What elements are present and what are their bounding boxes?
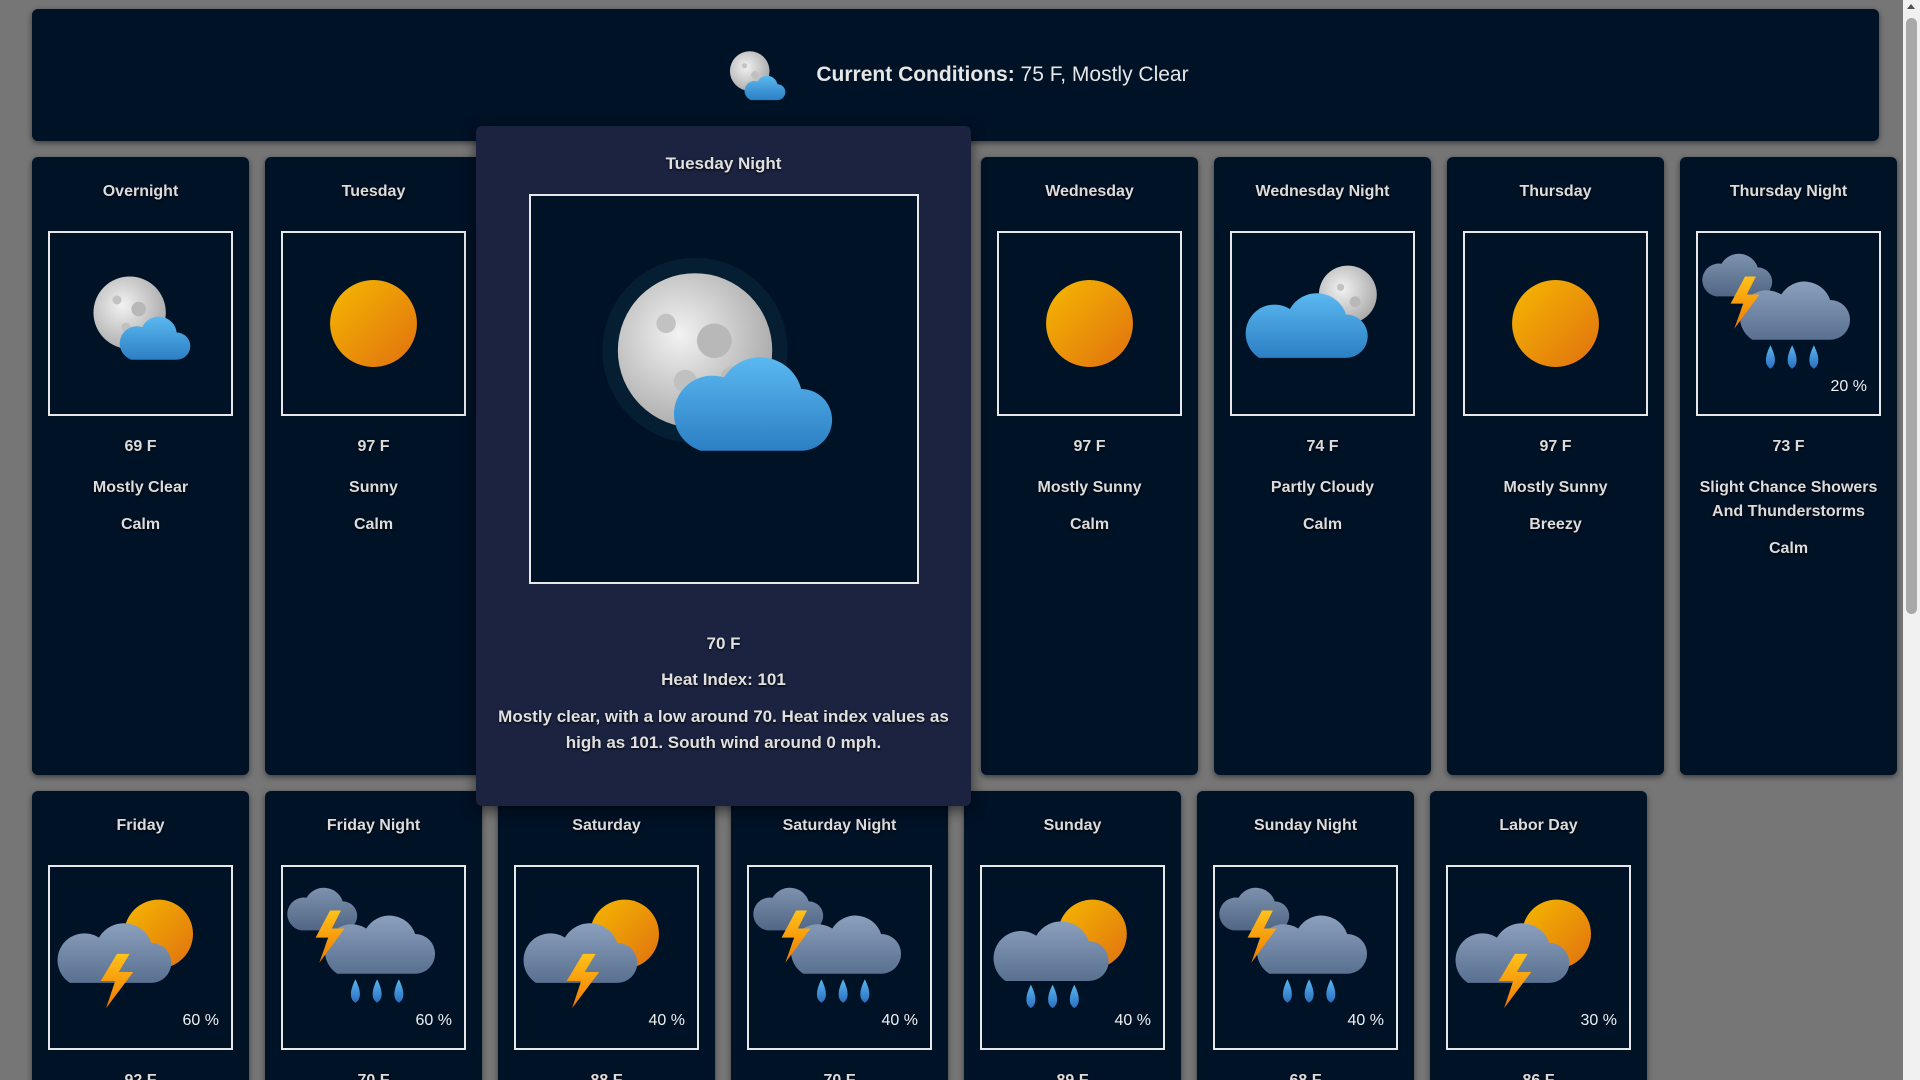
- forecast-card[interactable]: Overnight 69 F Mostly Clear Calm: [32, 157, 249, 775]
- forecast-temperature: 89 F: [964, 1072, 1181, 1080]
- forecast-icon-box: [1463, 231, 1648, 416]
- forecast-icon-box: 30 %: [1446, 865, 1631, 1050]
- forecast-wind: Calm: [1768, 540, 1809, 557]
- forecast-icon-box: 20 %: [1696, 231, 1881, 416]
- forecast-temperature: 88 F: [498, 1072, 715, 1080]
- forecast-temperature: 70 F: [265, 1072, 482, 1080]
- forecast-card[interactable]: Thursday 97 F Mostly Sunny Breezy: [1447, 157, 1664, 775]
- current-conditions-text: Current Conditions: 75 F, Mostly Clear: [816, 63, 1188, 87]
- scroll-thumb[interactable]: [1906, 18, 1917, 614]
- forecast-icon-box: 40 %: [514, 865, 699, 1050]
- forecast-temperature: 97 F: [1539, 438, 1572, 455]
- forecast-condition: Partly Cloudy: [1270, 479, 1375, 496]
- cloud-moon-icon: [1245, 265, 1377, 358]
- forecast-card[interactable]: Wednesday 97 F Mostly Sunny Calm: [981, 157, 1198, 775]
- forecast-period-name: Wednesday: [1045, 183, 1134, 200]
- precip-chance: 30 %: [1574, 1010, 1623, 1032]
- forecast-card[interactable]: Sunday 40 % 89 F: [964, 791, 1181, 1080]
- precip-chance: 60 %: [176, 1010, 225, 1032]
- forecast-temperature: 68 F: [1197, 1072, 1414, 1080]
- forecast-card[interactable]: Friday Night 60 % 70 F: [265, 791, 482, 1080]
- moon-cloud-icon: [601, 257, 832, 451]
- forecast-temperature: 92 F: [32, 1072, 249, 1080]
- forecast-period-name: Thursday Night: [1729, 183, 1848, 200]
- forecast-temperature: 97 F: [357, 438, 390, 455]
- popup-heat-index: Heat Index: 101: [661, 670, 786, 689]
- popup-temperature: 70 F: [706, 634, 741, 653]
- forecast-icon-box: [281, 231, 466, 416]
- forecast-condition: Mostly Sunny: [1503, 479, 1608, 496]
- current-conditions-value: 75 F, Mostly Clear: [1020, 63, 1189, 86]
- forecast-temperature: 73 F: [1772, 438, 1805, 455]
- forecast-card[interactable]: Saturday 40 % 88 F: [498, 791, 715, 1080]
- forecast-period-name: Thursday: [1519, 183, 1592, 200]
- forecast-temperature: 97 F: [1073, 438, 1106, 455]
- forecast-icon-box: 60 %: [281, 865, 466, 1050]
- forecast-icon-box: 60 %: [48, 865, 233, 1050]
- precip-chance: 60 %: [409, 1010, 458, 1032]
- forecast-period-name: Friday: [116, 817, 165, 834]
- forecast-period-name: Sunday: [1043, 817, 1102, 834]
- forecast-card[interactable]: Wednesday Night 74 F Partly Cloudy Calm: [1214, 157, 1431, 775]
- precip-chance: 40 %: [1108, 1010, 1157, 1032]
- forecast-wind: Calm: [1302, 516, 1343, 533]
- moon-cloud-icon: [93, 276, 191, 360]
- popup-description: Mostly clear, with a low around 70. Heat…: [498, 707, 949, 752]
- current-conditions-bar: Current Conditions: 75 F, Mostly Clear: [32, 9, 1879, 141]
- forecast-period-name: Saturday: [572, 817, 641, 834]
- forecast-period-name: Tuesday: [341, 183, 406, 200]
- forecast-temperature: 70 F: [731, 1072, 948, 1080]
- scroll-up-arrow-icon[interactable]: [1907, 4, 1915, 9]
- forecast-card[interactable]: Friday 60 % 92 F: [32, 791, 249, 1080]
- sun-icon: [1046, 280, 1133, 367]
- forecast-icon-box: 40 %: [980, 865, 1165, 1050]
- vertical-scrollbar[interactable]: [1903, 0, 1920, 1080]
- forecast-temperature: 74 F: [1306, 438, 1339, 455]
- forecast-condition: Mostly Sunny: [1037, 479, 1142, 496]
- moon-cloud-icon: [722, 42, 788, 108]
- precip-chance: 40 %: [875, 1010, 924, 1032]
- forecast-card[interactable]: Saturday Night 40 % 70 F: [731, 791, 948, 1080]
- forecast-wind: Breezy: [1529, 516, 1582, 533]
- forecast-period-name: Friday Night: [326, 817, 421, 834]
- forecast-condition: Sunny: [349, 479, 398, 496]
- forecast-card[interactable]: Sunday Night 40 % 68 F: [1197, 791, 1414, 1080]
- forecast-card[interactable]: Labor Day 30 % 86 F: [1430, 791, 1647, 1080]
- forecast-period-name: Wednesday Night: [1255, 183, 1390, 200]
- forecast-temperature: 86 F: [1430, 1072, 1647, 1080]
- forecast-wind: Calm: [353, 516, 394, 533]
- precip-chance: 40 %: [1341, 1010, 1390, 1032]
- precip-chance: 40 %: [642, 1010, 691, 1032]
- forecast-period-name: Sunday Night: [1253, 817, 1358, 834]
- current-conditions-label: Current Conditions:: [816, 63, 1015, 86]
- forecast-condition: Slight Chance Showers And Thunderstorms: [1699, 479, 1878, 520]
- precip-chance: 20 %: [1824, 376, 1873, 398]
- forecast-icon-box: [48, 231, 233, 416]
- forecast-temperature: 69 F: [124, 438, 157, 455]
- forecast-icon-box: [1230, 231, 1415, 416]
- forecast-detail-popup: Tuesday Night 70 F Heat Index: 101 Mostl…: [476, 126, 971, 806]
- forecast-period-name: Overnight: [102, 183, 179, 200]
- forecast-period-name: Labor Day: [1499, 817, 1578, 834]
- sun-icon: [1512, 280, 1599, 367]
- forecast-card[interactable]: Thursday Night 20 % 73 F Slight Chance Show…: [1680, 157, 1897, 775]
- forecast-wind: Calm: [1069, 516, 1110, 533]
- forecast-icon-box: 40 %: [1213, 865, 1398, 1050]
- forecast-condition: Mostly Clear: [92, 479, 189, 496]
- forecast-card[interactable]: Tuesday 97 F Sunny Calm: [265, 157, 482, 775]
- forecast-period-name: Saturday Night: [782, 817, 897, 834]
- sun-icon: [330, 280, 417, 367]
- forecast-icon-box: 40 %: [747, 865, 932, 1050]
- popup-title: Tuesday Night: [665, 154, 782, 173]
- forecast-icon-box: [997, 231, 1182, 416]
- forecast-wind: Calm: [120, 516, 161, 533]
- popup-icon-box: [528, 194, 919, 584]
